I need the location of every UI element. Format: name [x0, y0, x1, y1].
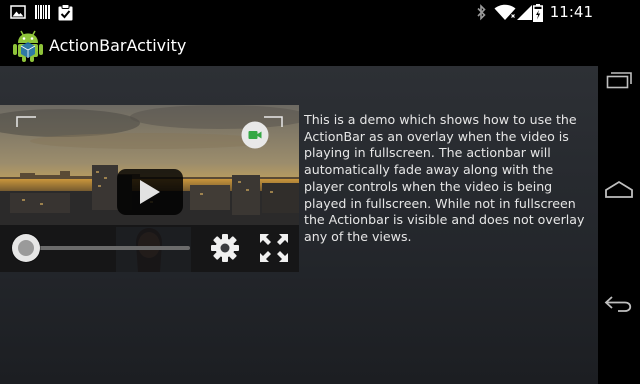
video-controls — [0, 225, 299, 272]
fullscreen-button[interactable] — [258, 232, 290, 268]
barcode-icon — [35, 4, 50, 24]
home-icon — [605, 180, 633, 198]
action-bar: ActionBarActivity — [0, 26, 598, 66]
status-time: 11:41 — [549, 3, 593, 21]
action-bar-title: ActionBarActivity — [49, 36, 187, 55]
back-button[interactable] — [604, 292, 634, 320]
recent-apps-icon — [606, 72, 632, 89]
video-camera-icon — [241, 121, 269, 149]
settings-button[interactable] — [209, 232, 241, 268]
home-button[interactable] — [604, 178, 634, 206]
video-player[interactable] — [0, 105, 299, 272]
screen: 11:41 ActionBarActivity This is a demo w… — [0, 0, 640, 384]
content-area: This is a demo which shows how to use th… — [0, 66, 598, 384]
seek-thumb[interactable] — [12, 234, 40, 262]
navigation-bar — [598, 0, 640, 384]
video-camera-button[interactable] — [241, 121, 269, 153]
battery-icon — [533, 4, 543, 26]
bluetooth-icon — [476, 4, 487, 25]
wifi-icon — [494, 4, 516, 25]
fullscreen-icon — [260, 234, 288, 262]
back-icon — [604, 296, 632, 312]
recent-apps-button[interactable] — [604, 68, 634, 96]
play-button[interactable] — [117, 169, 183, 215]
seek-bar[interactable] — [20, 246, 190, 250]
clipboard-check-icon — [57, 4, 74, 25]
android-icon[interactable] — [12, 29, 44, 63]
description-text: This is a demo which shows how to use th… — [304, 112, 585, 244]
play-icon — [140, 180, 160, 204]
status-bar: 11:41 — [0, 0, 640, 26]
gear-icon — [211, 234, 239, 262]
image-icon — [10, 4, 26, 24]
signal-icon — [517, 4, 533, 25]
